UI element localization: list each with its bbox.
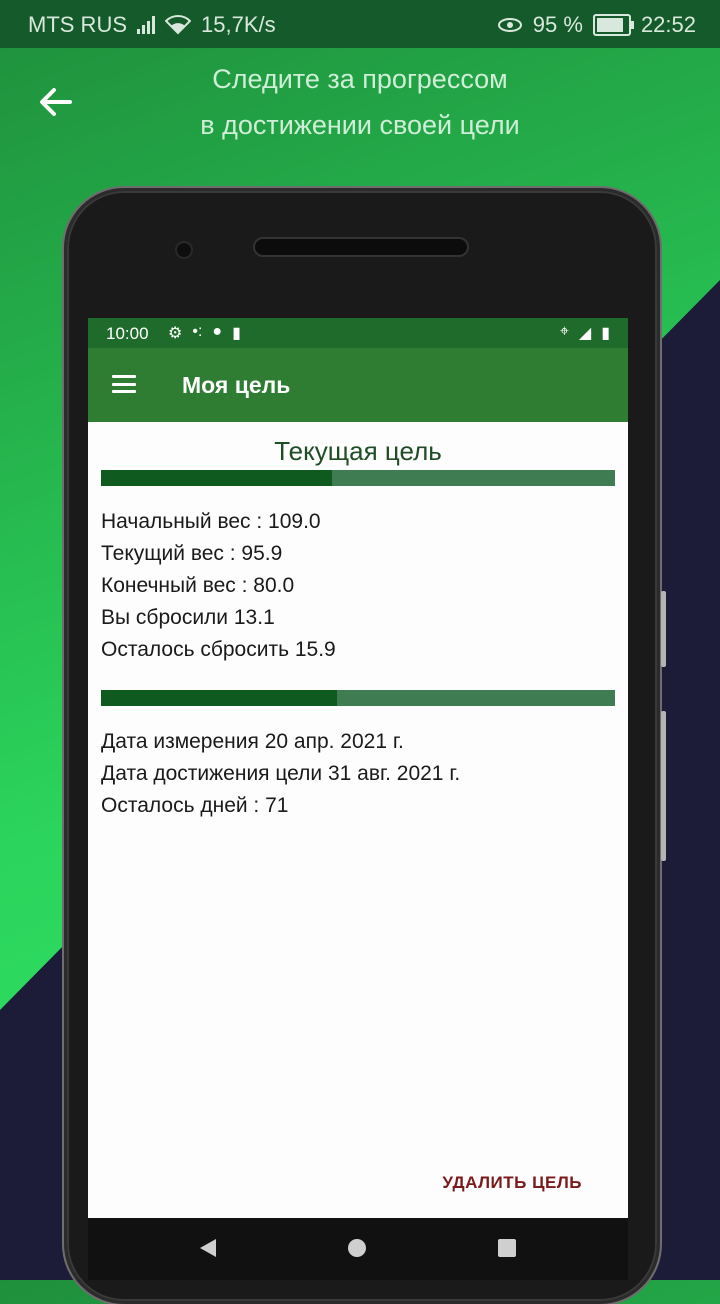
weight-lost: Вы сбросили 13.1 <box>101 606 275 629</box>
menu-icon[interactable] <box>112 375 136 393</box>
back-arrow-icon[interactable] <box>36 82 76 122</box>
inner-clock: 10:00 <box>106 324 149 343</box>
clock: 22:52 <box>640 12 696 37</box>
headline-line-1: Следите за прогрессом <box>212 64 508 94</box>
front-camera <box>175 241 193 259</box>
network-speed: 15,7K/s <box>201 12 276 37</box>
app-toolbar: Моя цель <box>88 348 628 422</box>
toolbar-title: Моя цель <box>182 372 291 398</box>
date-progress-bar <box>101 690 615 706</box>
signal-icon: ◢ <box>578 325 592 342</box>
headline-line-2: в достижении своей цели <box>200 110 520 140</box>
inner-status-bar: 10:00 ⚙ •: ● ▮ ⌖ ◢ ▮ <box>88 318 628 348</box>
battery-icon: ▮ <box>601 325 610 342</box>
location-icon: ⌖ <box>559 323 569 340</box>
nav-recent-apps-icon[interactable] <box>498 1239 516 1257</box>
weight-progress-fill <box>101 470 333 486</box>
volume-button <box>661 591 666 667</box>
measure-date: Дата измерения 20 апр. 2021 г. <box>101 730 404 753</box>
weight-remaining: Осталось сбросить 15.9 <box>101 638 336 661</box>
wifi-icon <box>165 15 191 35</box>
status-bar: MTS RUS 15,7K/s 95 % 22:52 <box>0 0 720 48</box>
power-button <box>661 711 666 861</box>
battery-percent: 95 % <box>532 12 583 37</box>
start-weight: Начальный вес : 109.0 <box>101 510 321 533</box>
sim-icon: ▮ <box>232 325 241 342</box>
dots-icon: •: <box>192 323 203 340</box>
weight-progress-bar <box>101 470 615 486</box>
carrier-label: MTS RUS <box>28 12 127 37</box>
eye-comfort-icon <box>497 18 522 32</box>
signal-icon <box>137 16 155 34</box>
goal-content: Текущая цель Начальный вес : 109.0 Текущ… <box>88 436 628 822</box>
settings-icon: ⚙ <box>168 325 183 342</box>
days-left: Осталось дней : 71 <box>101 794 289 817</box>
goal-title: Текущая цель <box>274 436 442 466</box>
navigation-bar <box>88 1218 628 1280</box>
nav-home-icon[interactable] <box>348 1239 366 1257</box>
target-weight: Конечный вес : 80.0 <box>101 574 295 597</box>
earpiece-speaker <box>253 237 469 257</box>
device-screen: 10:00 ⚙ •: ● ▮ ⌖ ◢ ▮ Моя цель Текущая це… <box>88 318 628 1218</box>
current-weight: Текущий вес : 95.9 <box>101 542 283 565</box>
date-progress-fill <box>101 690 338 706</box>
delete-goal-button[interactable]: УДАЛИТЬ ЦЕЛЬ <box>442 1173 582 1193</box>
headline: Следите за прогрессом в достижении своей… <box>120 56 600 148</box>
goal-date: Дата достижения цели 31 авг. 2021 г. <box>101 762 461 785</box>
nav-back-icon[interactable] <box>200 1239 216 1257</box>
battery-icon <box>592 14 634 36</box>
circle-icon: ● <box>212 323 223 340</box>
